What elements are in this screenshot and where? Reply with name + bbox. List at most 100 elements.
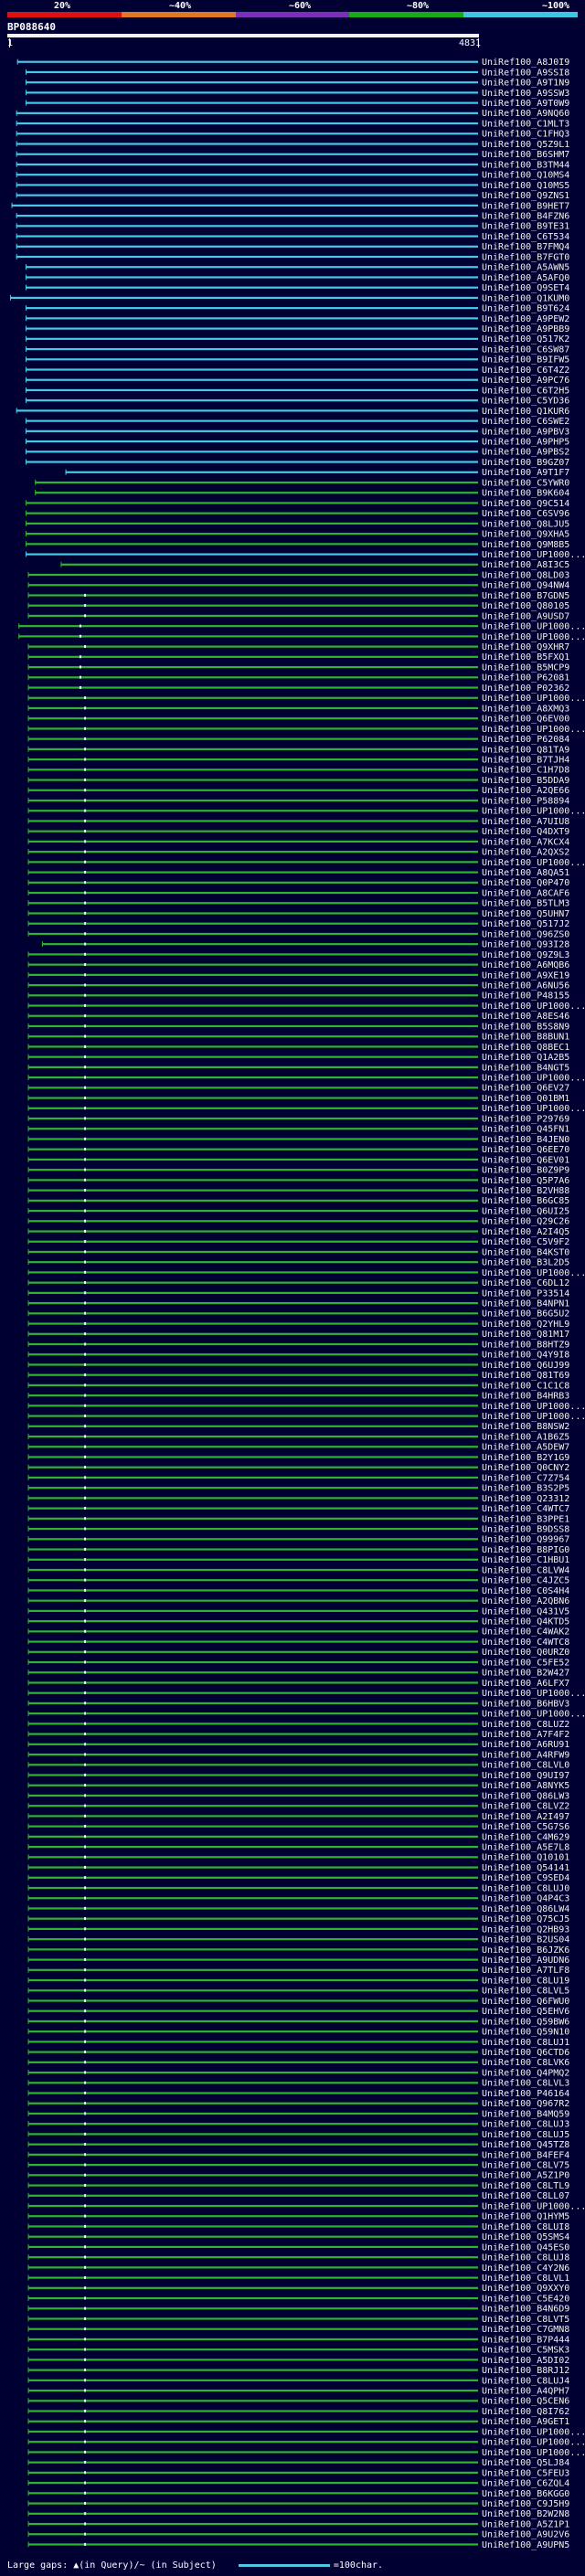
hit-row[interactable]: UniRef100_C6DL12 bbox=[27, 1278, 570, 1288]
hit-id-link[interactable]: UniRef100_Q1KUR6 bbox=[482, 407, 569, 417]
hit-id-link[interactable]: UniRef100_Q2HB93 bbox=[482, 1924, 569, 1935]
hit-id-link[interactable]: UniRef100_A9T1N9 bbox=[482, 79, 569, 89]
hit-id-link[interactable]: UniRef100_C8LUJ8 bbox=[482, 2253, 569, 2263]
hit-row[interactable]: UniRef100_UP1000... bbox=[27, 2201, 585, 2211]
hit-row[interactable]: UniRef100_C8LVL0 bbox=[27, 1761, 570, 1771]
hit-row[interactable]: UniRef100_B8BUN1 bbox=[27, 1033, 570, 1043]
hit-id-link[interactable]: UniRef100_B7FGT0 bbox=[482, 252, 569, 262]
hit-row[interactable]: UniRef100_B4FZN6 bbox=[16, 212, 570, 222]
hit-row[interactable]: UniRef100_C6SW87 bbox=[25, 345, 569, 355]
hit-row[interactable]: UniRef100_B3TM44 bbox=[16, 160, 570, 170]
hit-row[interactable]: UniRef100_A8CAF6 bbox=[27, 888, 570, 898]
hit-row[interactable]: UniRef100_A6MQB6 bbox=[27, 960, 570, 970]
hit-row[interactable]: UniRef100_Q4Y9I8 bbox=[27, 1351, 570, 1361]
hit-row[interactable]: UniRef100_P46164 bbox=[27, 2089, 570, 2099]
hit-id-link[interactable]: UniRef100_B9GZ07 bbox=[482, 458, 569, 468]
hit-id-link[interactable]: UniRef100_Q5EHV6 bbox=[482, 2007, 569, 2017]
hit-id-link[interactable]: UniRef100_UP1000... bbox=[482, 2448, 585, 2458]
hit-row[interactable]: UniRef100_A4QPH7 bbox=[27, 2386, 570, 2396]
hit-row[interactable]: UniRef100_Q8I762 bbox=[27, 2407, 570, 2417]
hit-id-link[interactable]: UniRef100_Q93I28 bbox=[482, 940, 569, 950]
hit-id-link[interactable]: UniRef100_C4JZC5 bbox=[482, 1576, 569, 1586]
hit-id-link[interactable]: UniRef100_Q9Z9L3 bbox=[482, 950, 569, 960]
hit-row[interactable]: UniRef100_Q5UHN7 bbox=[27, 909, 570, 919]
hit-row[interactable]: UniRef100_B3PPE1 bbox=[27, 1514, 570, 1524]
hit-id-link[interactable]: UniRef100_A8ES46 bbox=[482, 1012, 569, 1022]
hit-row[interactable]: UniRef100_UP1000... bbox=[27, 2448, 585, 2458]
hit-row[interactable]: UniRef100_B5TLM3 bbox=[27, 899, 570, 909]
hit-row[interactable]: UniRef100_C1C1C8 bbox=[27, 1381, 570, 1391]
hit-row[interactable]: UniRef100_B6GC85 bbox=[27, 1196, 570, 1206]
hit-id-link[interactable]: UniRef100_Q4KTD5 bbox=[482, 1617, 569, 1627]
hit-id-link[interactable]: UniRef100_C1HBU1 bbox=[482, 1555, 569, 1565]
hit-id-link[interactable]: UniRef100_A5E7L8 bbox=[482, 1842, 569, 1852]
hit-row[interactable]: UniRef100_A6NU56 bbox=[27, 981, 570, 991]
hit-row[interactable]: UniRef100_A1B6Z5 bbox=[27, 1432, 570, 1442]
hit-id-link[interactable]: UniRef100_B6HBV3 bbox=[482, 1699, 569, 1709]
hit-id-link[interactable]: UniRef100_UP1000... bbox=[482, 2438, 585, 2448]
hit-row[interactable]: UniRef100_Q9Z9L3 bbox=[27, 950, 570, 960]
hit-id-link[interactable]: UniRef100_B4KST0 bbox=[482, 1247, 569, 1257]
hit-row[interactable]: UniRef100_Q45FN1 bbox=[27, 1125, 570, 1135]
hit-id-link[interactable]: UniRef100_A2I497 bbox=[482, 1812, 569, 1822]
hit-row[interactable]: UniRef100_C5E420 bbox=[27, 2294, 570, 2304]
hit-id-link[interactable]: UniRef100_UP1000... bbox=[482, 1710, 585, 1720]
hit-row[interactable]: UniRef100_A5AFQ0 bbox=[25, 273, 569, 283]
hit-row[interactable]: UniRef100_C8LVT5 bbox=[27, 2315, 570, 2325]
hit-row[interactable]: UniRef100_UP1000... bbox=[27, 694, 585, 704]
hit-row[interactable]: UniRef100_C5FEU3 bbox=[27, 2468, 570, 2478]
hit-id-link[interactable]: UniRef100_C1FHQ3 bbox=[482, 130, 569, 140]
hit-row[interactable]: UniRef100_UP1000... bbox=[27, 725, 585, 735]
hit-row[interactable]: UniRef100_UP1000... bbox=[27, 1412, 585, 1422]
hit-row[interactable]: UniRef100_A5AWN5 bbox=[25, 263, 569, 273]
hit-id-link[interactable]: UniRef100_UP1000... bbox=[482, 550, 585, 560]
hit-id-link[interactable]: UniRef100_Q81T69 bbox=[482, 1371, 569, 1381]
hit-row[interactable]: UniRef100_B5MCP9 bbox=[27, 663, 570, 673]
hit-row[interactable]: UniRef100_Q81TA9 bbox=[27, 745, 570, 755]
hit-row[interactable]: UniRef100_A9T0W9 bbox=[25, 99, 569, 109]
hit-row[interactable]: UniRef100_A6LFX7 bbox=[27, 1679, 570, 1689]
hit-row[interactable]: UniRef100_Q10MS4 bbox=[16, 171, 570, 181]
hit-row[interactable]: UniRef100_C8LUJ4 bbox=[27, 2376, 570, 2386]
hit-id-link[interactable]: UniRef100_Q45ES0 bbox=[482, 2242, 569, 2253]
hit-row[interactable]: UniRef100_Q86LW3 bbox=[27, 1791, 570, 1801]
hit-row[interactable]: UniRef100_A9USD7 bbox=[27, 611, 570, 621]
hit-id-link[interactable]: UniRef100_C5YD36 bbox=[482, 397, 569, 407]
hit-row[interactable]: UniRef100_A5DI02 bbox=[27, 2356, 570, 2366]
hit-id-link[interactable]: UniRef100_P29769 bbox=[482, 1114, 569, 1124]
hit-id-link[interactable]: UniRef100_A6MQB6 bbox=[482, 960, 569, 970]
hit-id-link[interactable]: UniRef100_Q9XHR7 bbox=[482, 642, 569, 652]
hit-id-link[interactable]: UniRef100_B5S8N9 bbox=[482, 1022, 569, 1032]
hit-id-link[interactable]: UniRef100_Q517K2 bbox=[482, 334, 569, 345]
hit-id-link[interactable]: UniRef100_B3PPE1 bbox=[482, 1514, 569, 1524]
hit-id-link[interactable]: UniRef100_A9UDN6 bbox=[482, 1956, 569, 1966]
hit-id-link[interactable]: UniRef100_A9PC76 bbox=[482, 376, 569, 386]
hit-row[interactable]: UniRef100_C8LUJ8 bbox=[27, 2253, 570, 2263]
hit-row[interactable]: UniRef100_Q6EE70 bbox=[27, 1145, 570, 1155]
hit-id-link[interactable]: UniRef100_Q6EV01 bbox=[482, 1155, 569, 1165]
hit-id-link[interactable]: UniRef100_B2W2N8 bbox=[482, 2509, 569, 2519]
hit-id-link[interactable]: UniRef100_UP1000... bbox=[482, 622, 585, 632]
hit-row[interactable]: UniRef100_C5G7S6 bbox=[27, 1822, 570, 1832]
hit-row[interactable]: UniRef100_C8LVL1 bbox=[27, 2274, 570, 2284]
hit-id-link[interactable]: UniRef100_A6RU91 bbox=[482, 1740, 569, 1750]
hit-row[interactable]: UniRef100_Q4P4C3 bbox=[27, 1894, 570, 1904]
hit-row[interactable]: UniRef100_B8HTZ9 bbox=[27, 1340, 570, 1350]
hit-row[interactable]: UniRef100_A7TLF8 bbox=[27, 1966, 570, 1976]
hit-id-link[interactable]: UniRef100_C4WAK2 bbox=[482, 1627, 569, 1638]
hit-id-link[interactable]: UniRef100_B6SHM7 bbox=[482, 150, 569, 160]
hit-row[interactable]: UniRef100_C0S4H4 bbox=[27, 1586, 570, 1596]
hit-id-link[interactable]: UniRef100_UP1000... bbox=[482, 2201, 585, 2211]
hit-id-link[interactable]: UniRef100_Q8LJU5 bbox=[482, 519, 569, 529]
hit-row[interactable]: UniRef100_UP1000... bbox=[27, 1002, 585, 1012]
hit-row[interactable]: UniRef100_A8XMQ3 bbox=[27, 704, 570, 714]
hit-row[interactable]: UniRef100_A9XE19 bbox=[27, 970, 570, 981]
hit-row[interactable]: UniRef100_Q45TZ8 bbox=[27, 2140, 570, 2150]
hit-id-link[interactable]: UniRef100_Q6UI25 bbox=[482, 1206, 569, 1216]
hit-row[interactable]: UniRef100_Q9C514 bbox=[25, 499, 569, 509]
hit-id-link[interactable]: UniRef100_C8LU19 bbox=[482, 1976, 569, 1986]
hit-row[interactable]: UniRef100_C8LL07 bbox=[27, 2191, 570, 2201]
hit-id-link[interactable]: UniRef100_P33514 bbox=[482, 1288, 569, 1299]
hit-id-link[interactable]: UniRef100_Q5SMS4 bbox=[482, 2232, 569, 2242]
hit-row[interactable]: UniRef100_A8NYK5 bbox=[27, 1781, 570, 1791]
